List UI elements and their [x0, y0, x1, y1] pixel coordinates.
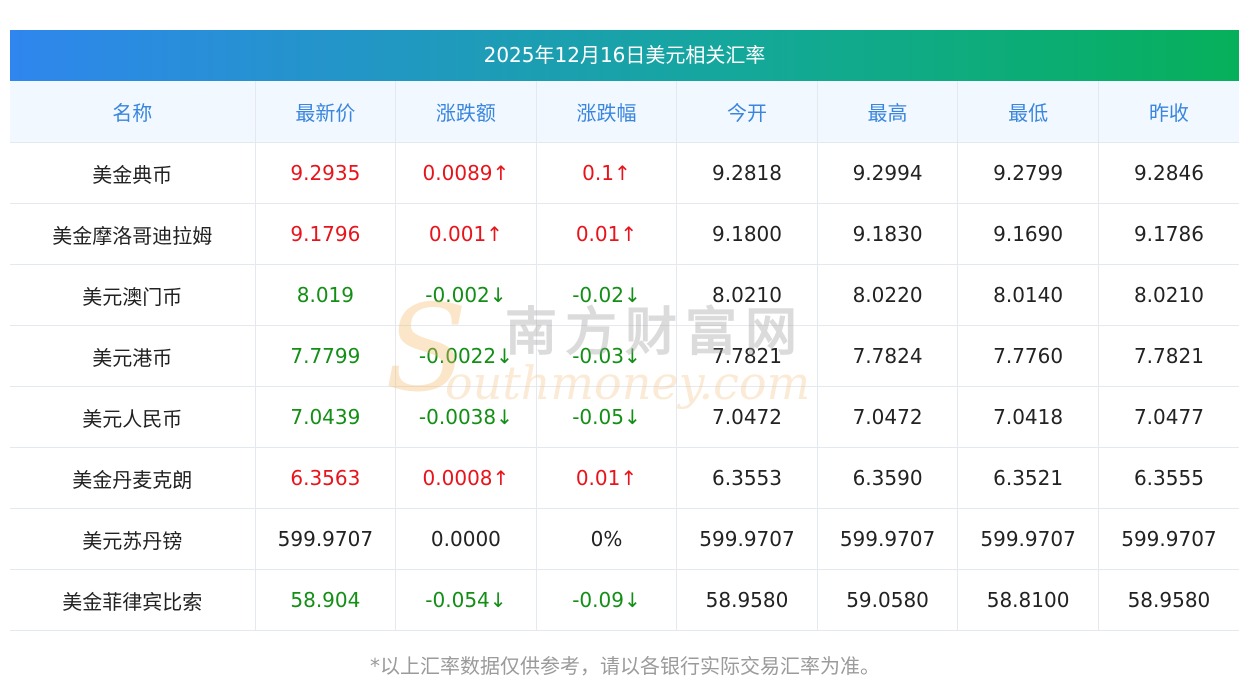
cell-prev: 8.0210	[1098, 264, 1239, 326]
table-row: 美金菲律宾比索 58.904 -0.054↓ -0.09↓ 58.9580 59.0580…	[10, 569, 1239, 631]
col-header-latest: 最新价	[255, 81, 397, 143]
cell-change: -0.0038↓	[395, 386, 537, 448]
cell-high: 9.1830	[817, 203, 959, 265]
cell-latest: 6.3563	[255, 447, 397, 509]
col-header-high: 最高	[817, 81, 959, 143]
cell-open: 8.0210	[676, 264, 818, 326]
cell-change: -0.054↓	[395, 569, 537, 631]
cell-name: 美元港币	[10, 325, 256, 387]
col-header-name: 名称	[10, 81, 256, 143]
cell-name: 美金摩洛哥迪拉姆	[10, 203, 256, 265]
cell-change: -0.002↓	[395, 264, 537, 326]
cell-latest: 9.1796	[255, 203, 397, 265]
cell-change: 0.001↑	[395, 203, 537, 265]
cell-latest: 7.7799	[255, 325, 397, 387]
cell-prev: 7.0477	[1098, 386, 1239, 448]
cell-low: 8.0140	[957, 264, 1099, 326]
cell-pct: 0.1↑	[536, 142, 678, 204]
header-row: 名称 最新价 涨跌额 涨跌幅 今开 最高 最低 昨收	[10, 81, 1239, 143]
cell-open: 9.2818	[676, 142, 818, 204]
rates-table: 名称 最新价 涨跌额 涨跌幅 今开 最高 最低 昨收 美金典币 9.2935 0.0…	[10, 81, 1239, 631]
cell-prev: 7.7821	[1098, 325, 1239, 387]
cell-high: 59.0580	[817, 569, 959, 631]
cell-open: 7.0472	[676, 386, 818, 448]
cell-open: 6.3553	[676, 447, 818, 509]
cell-name: 美元人民币	[10, 386, 256, 448]
cell-open: 7.7821	[676, 325, 818, 387]
cell-low: 599.9707	[957, 508, 1099, 570]
cell-low: 7.7760	[957, 325, 1099, 387]
col-header-open: 今开	[676, 81, 818, 143]
cell-name: 美金菲律宾比索	[10, 569, 256, 631]
table-row: 美元澳门币 8.019 -0.002↓ -0.02↓ 8.0210 8.0220 8.014…	[10, 264, 1239, 326]
cell-high: 9.2994	[817, 142, 959, 204]
cell-open: 9.1800	[676, 203, 818, 265]
cell-open: 599.9707	[676, 508, 818, 570]
table-row: 美元港币 7.7799 -0.0022↓ -0.03↓ 7.7821 7.7824 7.77…	[10, 325, 1239, 387]
cell-name: 美金丹麦克朗	[10, 447, 256, 509]
cell-low: 9.1690	[957, 203, 1099, 265]
cell-latest: 7.0439	[255, 386, 397, 448]
table-row: 美金丹麦克朗 6.3563 0.0008↑ 0.01↑ 6.3553 6.3590 6.35…	[10, 447, 1239, 509]
cell-name: 美元澳门币	[10, 264, 256, 326]
cell-pct: -0.09↓	[536, 569, 678, 631]
col-header-prev: 昨收	[1098, 81, 1239, 143]
cell-latest: 9.2935	[255, 142, 397, 204]
cell-low: 6.3521	[957, 447, 1099, 509]
cell-change: 0.0089↑	[395, 142, 537, 204]
cell-prev: 6.3555	[1098, 447, 1239, 509]
cell-open: 58.9580	[676, 569, 818, 631]
cell-low: 58.8100	[957, 569, 1099, 631]
cell-prev: 599.9707	[1098, 508, 1239, 570]
cell-high: 8.0220	[817, 264, 959, 326]
cell-pct: -0.03↓	[536, 325, 678, 387]
cell-name: 美金典币	[10, 142, 256, 204]
table-row: 美金摩洛哥迪拉姆 9.1796 0.001↑ 0.01↑ 9.1800 9.1830 9.1…	[10, 203, 1239, 265]
cell-change: 0.0008↑	[395, 447, 537, 509]
cell-latest: 599.9707	[255, 508, 397, 570]
col-header-low: 最低	[957, 81, 1099, 143]
cell-pct: 0%	[536, 508, 678, 570]
cell-pct: -0.02↓	[536, 264, 678, 326]
cell-high: 6.3590	[817, 447, 959, 509]
cell-change: 0.0000	[395, 508, 537, 570]
col-header-pct: 涨跌幅	[536, 81, 678, 143]
cell-prev: 9.1786	[1098, 203, 1239, 265]
cell-pct: 0.01↑	[536, 447, 678, 509]
table-body: 美金典币 9.2935 0.0089↑ 0.1↑ 9.2818 9.2994 9.2799 9…	[10, 142, 1239, 631]
cell-latest: 58.904	[255, 569, 397, 631]
table-row: 美金典币 9.2935 0.0089↑ 0.1↑ 9.2818 9.2994 9.2799 9…	[10, 142, 1239, 204]
col-header-change: 涨跌额	[395, 81, 537, 143]
cell-prev: 58.9580	[1098, 569, 1239, 631]
cell-prev: 9.2846	[1098, 142, 1239, 204]
cell-high: 7.0472	[817, 386, 959, 448]
rates-panel: 2025年12月16日美元相关汇率 名称 最新价 涨跌额 涨跌幅 今开 最高 最…	[10, 30, 1239, 631]
cell-change: -0.0022↓	[395, 325, 537, 387]
cell-pct: -0.05↓	[536, 386, 678, 448]
table-title: 2025年12月16日美元相关汇率	[10, 30, 1239, 81]
cell-high: 7.7824	[817, 325, 959, 387]
footnote: *以上汇率数据仅供参考，请以各银行实际交易汇率为准。	[370, 654, 880, 678]
cell-pct: 0.01↑	[536, 203, 678, 265]
cell-latest: 8.019	[255, 264, 397, 326]
cell-low: 9.2799	[957, 142, 1099, 204]
cell-low: 7.0418	[957, 386, 1099, 448]
table-row: 美元苏丹镑 599.9707 0.0000 0% 599.9707 599.9707 599…	[10, 508, 1239, 570]
table-row: 美元人民币 7.0439 -0.0038↓ -0.05↓ 7.0472 7.0472 7.0…	[10, 386, 1239, 448]
cell-high: 599.9707	[817, 508, 959, 570]
cell-name: 美元苏丹镑	[10, 508, 256, 570]
